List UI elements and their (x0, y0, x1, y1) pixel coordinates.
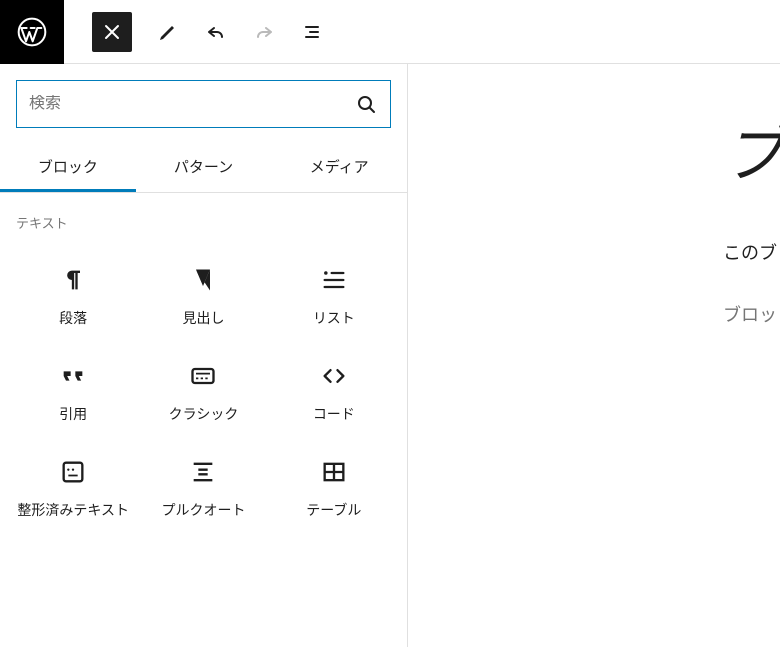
category-text: テキスト (0, 193, 407, 240)
block-paragraph[interactable]: 段落 (8, 248, 138, 344)
code-icon (320, 362, 348, 390)
search-input[interactable] (29, 95, 354, 113)
top-toolbar (0, 0, 780, 64)
block-preformatted[interactable]: 整形済みテキスト (8, 440, 138, 536)
main-area: ブロック パターン メディア テキスト 段落 見出し リスト 引用 (0, 64, 780, 647)
block-label: クラシック (169, 406, 239, 424)
block-label: コード (313, 406, 355, 424)
block-label: リスト (313, 310, 355, 328)
close-inserter-button[interactable] (92, 12, 132, 52)
block-inserter-panel: ブロック パターン メディア テキスト 段落 見出し リスト 引用 (0, 64, 408, 647)
block-label: 引用 (59, 406, 87, 424)
search-box[interactable] (16, 80, 391, 128)
classic-icon (189, 362, 217, 390)
editor-canvas[interactable]: ブ このブ ブロッ (408, 64, 780, 647)
block-label: 見出し (182, 310, 224, 328)
inserter-tabs: ブロック パターン メディア (0, 144, 407, 193)
tab-media[interactable]: メディア (271, 144, 407, 192)
paragraph-icon (59, 266, 87, 294)
block-table[interactable]: テーブル (269, 440, 399, 536)
block-label: プルクオート (161, 502, 245, 520)
block-label: 段落 (59, 310, 87, 328)
tab-patterns[interactable]: パターン (136, 144, 272, 192)
block-classic[interactable]: クラシック (138, 344, 268, 440)
edit-tool-button[interactable] (148, 12, 188, 52)
block-grid: 段落 見出し リスト 引用 クラシック コード (0, 240, 407, 545)
block-heading[interactable]: 見出し (138, 248, 268, 344)
preformatted-icon (59, 458, 87, 486)
wordpress-logo[interactable] (0, 0, 64, 64)
post-paragraph[interactable]: このブ (723, 239, 780, 265)
redo-button (244, 12, 284, 52)
post-title[interactable]: ブ (723, 104, 780, 195)
block-placeholder[interactable]: ブロッ (723, 301, 780, 327)
block-list[interactable]: リスト (269, 248, 399, 344)
list-icon (320, 266, 348, 294)
heading-icon (189, 266, 217, 294)
quote-icon (59, 362, 87, 390)
undo-button[interactable] (196, 12, 236, 52)
block-quote[interactable]: 引用 (8, 344, 138, 440)
tab-blocks[interactable]: ブロック (0, 144, 136, 192)
document-outline-button[interactable] (292, 12, 332, 52)
pullquote-icon (189, 458, 217, 486)
block-pullquote[interactable]: プルクオート (138, 440, 268, 536)
search-icon (354, 92, 378, 116)
table-icon (320, 458, 348, 486)
block-code[interactable]: コード (269, 344, 399, 440)
block-label: 整形済みテキスト (17, 502, 129, 520)
block-label: テーブル (306, 502, 361, 520)
